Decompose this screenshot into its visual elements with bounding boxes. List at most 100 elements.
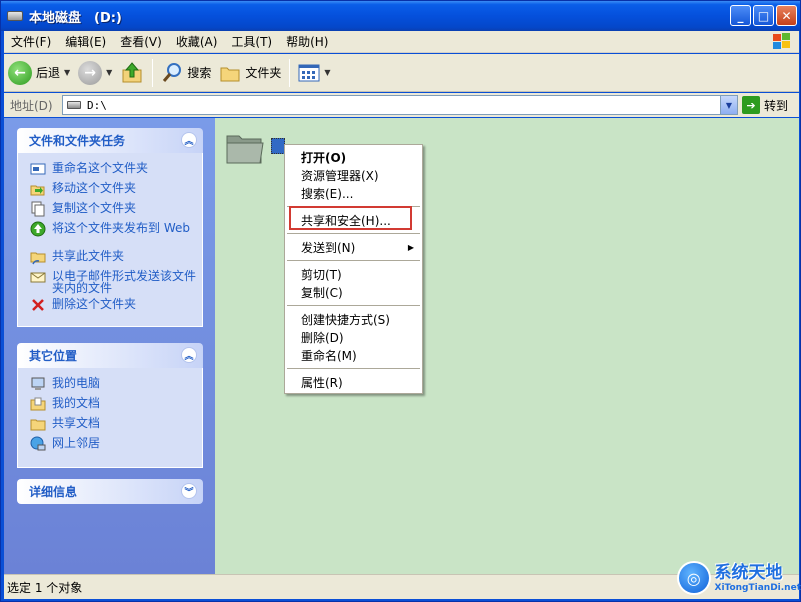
panel-body: 重命名这个文件夹 移动这个文件夹 复制这个文件夹 将这个文件夹发布到 Web 共… [17,153,203,327]
address-value: D:\ [87,98,107,112]
title-bar[interactable]: 本地磁盘 (D:) _ □ ✕ [1,1,800,31]
menu-file[interactable]: 文件(F) [4,33,58,50]
forward-button[interactable]: → ▼ [74,57,116,89]
selected-folder-name[interactable] [271,138,285,154]
back-dropdown-icon[interactable]: ▼ [64,68,70,77]
collapse-chevron-icon[interactable]: ︽ [181,132,197,148]
task-email[interactable]: 以电子邮件形式发送该文件夹内的文件 [30,267,202,295]
ctx-explore[interactable]: 资源管理器(X) [285,166,422,184]
shared-documents-icon [30,416,46,432]
search-button[interactable]: 搜索 [157,57,215,89]
menu-bar: 文件(F) 编辑(E) 查看(V) 收藏(A) 工具(T) 帮助(H) [4,31,799,53]
window-title: 本地磁盘 (D:) [29,10,122,26]
ctx-search[interactable]: 搜索(E)... [285,184,422,202]
my-computer-icon [30,376,46,392]
place-shared-documents[interactable]: 共享文档 [30,414,202,434]
my-documents-icon [30,396,46,412]
search-label: 搜索 [187,66,212,80]
ctx-create-shortcut[interactable]: 创建快捷方式(S) [285,310,422,328]
close-button[interactable]: ✕ [776,5,797,26]
panel-title: 文件和文件夹任务 [29,134,126,148]
minimize-icon: _ [737,8,744,23]
forward-dropdown-icon[interactable]: ▼ [106,68,112,77]
minimize-button[interactable]: _ [730,5,751,26]
forward-arrow-icon: → [78,60,103,85]
explorer-window: 本地磁盘 (D:) _ □ ✕ 文件(F) 编辑(E) 查看(V) 收藏(A) … [0,0,801,602]
ctx-rename[interactable]: 重命名(M) [285,346,422,364]
address-dropdown-button[interactable]: ▼ [720,96,737,114]
panel-header[interactable]: 详细信息 ︾ [17,479,203,504]
toolbar-separator [289,58,291,87]
collapse-chevron-icon[interactable]: ︽ [181,347,197,363]
submenu-arrow-icon: ▶ [407,242,414,252]
panel-header[interactable]: 文件和文件夹任务 ︽ [17,128,203,153]
ctx-cut[interactable]: 剪切(T) [285,265,422,283]
panel-header[interactable]: 其它位置 ︽ [17,343,203,368]
maximize-icon: □ [757,8,770,23]
task-delete[interactable]: 删除这个文件夹 [30,295,202,315]
menu-view[interactable]: 查看(V) [113,33,169,50]
other-places-panel: 其它位置 ︽ 我的电脑 我的文档 共享文档 网上邻居 [17,343,203,468]
toolbar: ← 后退 ▼ → ▼ 搜索 文件夹 ▼ [4,54,799,92]
views-icon [298,64,320,81]
place-my-documents[interactable]: 我的文档 [30,394,202,414]
address-input[interactable]: D:\ ▼ [62,95,738,115]
file-folder-tasks-panel: 文件和文件夹任务 ︽ 重命名这个文件夹 移动这个文件夹 复制这个文件夹 将这个文… [17,128,203,327]
views-button[interactable]: ▼ [294,57,334,89]
go-button[interactable]: ➔ 转到 [742,96,788,114]
menu-separator [287,233,420,234]
move-icon [30,181,46,197]
ctx-delete[interactable]: 删除(D) [285,328,422,346]
ctx-send-to[interactable]: 发送到(N) ▶ [285,238,422,256]
go-label: 转到 [764,98,789,113]
folders-icon [220,67,240,81]
task-publish-web[interactable]: 将这个文件夹发布到 Web [30,219,202,247]
folder-icon[interactable] [225,130,265,166]
expand-chevron-icon[interactable]: ︾ [181,483,197,499]
highlight-box [289,206,412,230]
up-button[interactable] [116,57,148,89]
back-label: 后退 [36,66,61,80]
ctx-send-to-label: 发送到(N) [301,240,356,255]
panel-title: 其它位置 [29,349,78,363]
ctx-copy[interactable]: 复制(C) [285,283,422,301]
network-icon [30,436,46,452]
shared-folder-icon [30,249,46,265]
delete-icon [30,297,46,313]
watermark-main: 系统天地 [714,562,783,583]
task-copy[interactable]: 复制这个文件夹 [30,199,202,219]
menu-tools[interactable]: 工具(T) [224,33,279,50]
watermark-badge-icon: ◎ [677,561,711,595]
task-share[interactable]: 共享此文件夹 [30,247,202,267]
toolbar-separator [152,58,154,87]
maximize-button[interactable]: □ [753,5,774,26]
place-network[interactable]: 网上邻居 [30,434,202,454]
rename-icon [30,161,46,177]
menu-favorites[interactable]: 收藏(A) [169,33,225,50]
windows-logo-icon [773,33,790,49]
copy-icon [30,201,46,217]
email-icon [30,269,46,285]
context-menu: 打开(O) 资源管理器(X) 搜索(E)... 共享和安全(H)... 发送到(… [284,144,423,394]
place-my-computer[interactable]: 我的电脑 [30,374,202,394]
watermark-logo: ◎ 系统天地 XiTongTianDi.net [677,555,801,601]
views-dropdown-icon[interactable]: ▼ [324,68,330,77]
folders-label: 文件夹 [245,66,282,80]
task-rename[interactable]: 重命名这个文件夹 [30,159,202,179]
menu-edit[interactable]: 编辑(E) [58,33,113,50]
task-move[interactable]: 移动这个文件夹 [30,179,202,199]
drive-icon [67,101,81,109]
close-icon: ✕ [781,8,792,23]
details-panel: 详细信息 ︾ [17,479,203,504]
folders-button[interactable]: 文件夹 [215,57,285,89]
menu-help[interactable]: 帮助(H) [279,33,335,50]
ctx-open[interactable]: 打开(O) [285,148,422,166]
back-button[interactable]: ← 后退 ▼ [4,57,74,89]
web-publish-icon [30,221,46,237]
menu-separator [287,260,420,261]
search-icon [163,62,182,82]
address-label: 地址(D) [10,98,53,113]
menu-separator [287,305,420,306]
folder-up-icon [122,61,142,82]
ctx-properties[interactable]: 属性(R) [285,373,422,391]
